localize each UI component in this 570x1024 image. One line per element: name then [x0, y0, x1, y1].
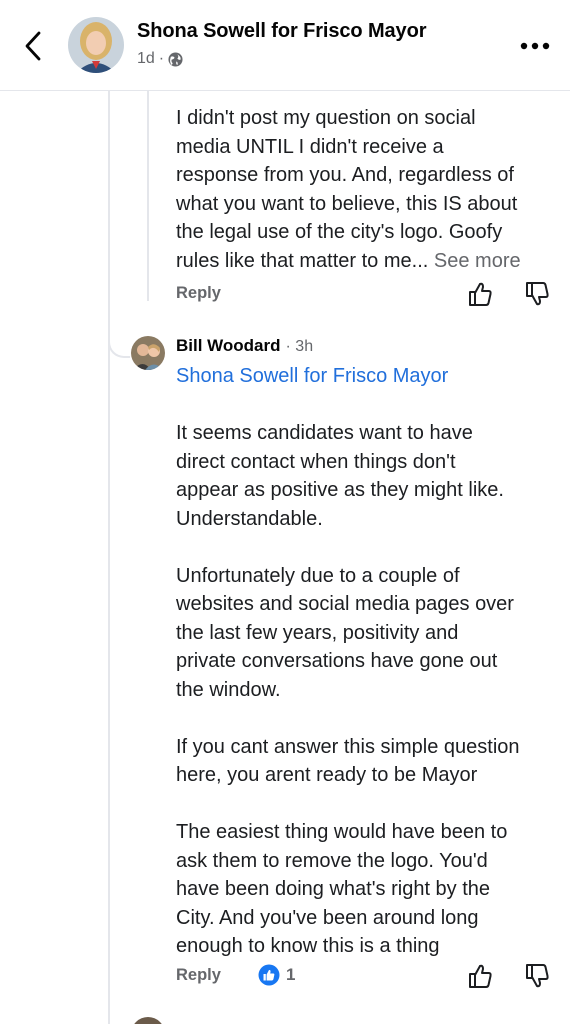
comment-line: here, you arent ready to be Mayor — [176, 764, 478, 786]
like-reaction-icon — [258, 964, 280, 986]
comment-line: The easiest thing would have been to — [176, 821, 508, 843]
thread-line — [108, 91, 110, 1024]
page-avatar[interactable] — [68, 17, 124, 73]
thumbs-up-icon[interactable] — [467, 280, 493, 308]
comment-line: City. And you've been around long — [176, 906, 479, 929]
comment-line: direct contact when things don't — [176, 450, 456, 473]
comment-body: I didn't post my question on social medi… — [176, 104, 558, 275]
comment-line: Understandable. — [176, 507, 323, 530]
comment-last-line: rules like that matter to me... — [176, 249, 429, 272]
comment-time: · 3h — [285, 338, 314, 355]
comment-line: media UNTIL I didn't receive a — [176, 135, 444, 158]
comment-line: the last few years, positivity and — [176, 621, 459, 644]
post-comments-screen: Shona Sowell for Frisco Mayor 1d · I did… — [0, 0, 570, 1024]
meta-separator: · — [158, 50, 165, 67]
see-more-link[interactable]: See more — [434, 250, 521, 272]
reply-button[interactable]: Reply — [176, 284, 221, 303]
post-meta: 1d · — [137, 49, 183, 69]
comment-body: It seems candidates want to have direct … — [176, 419, 558, 961]
chevron-left-icon[interactable] — [20, 28, 46, 64]
thumbs-down-icon[interactable] — [524, 280, 550, 308]
commenter-avatar[interactable] — [131, 336, 165, 370]
comment-line: ask them to remove the logo. You'd — [176, 849, 488, 872]
comment-actions: Reply 1 — [176, 962, 561, 992]
thread-connector — [108, 300, 130, 358]
comment-line: have been doing what's right by the — [176, 878, 491, 900]
comment-line: what you want to believe, this IS about — [176, 192, 518, 215]
comment-line: the legal use of the city's logo. Goofy — [176, 221, 503, 243]
comment-line: If you cant answer this simple question — [176, 735, 520, 758]
comment-line: private conversations have gone out — [176, 650, 498, 672]
comment-line: response from you. And, regardless of — [176, 164, 514, 186]
comment-line: It seems candidates want to have — [176, 422, 473, 444]
reply-button[interactable]: Reply — [176, 966, 221, 985]
post-time: 1d — [137, 50, 155, 67]
globe-icon — [168, 51, 183, 67]
next-commenter-avatar[interactable] — [131, 1017, 165, 1024]
comment-line: websites and social media pages over — [176, 593, 514, 615]
comment-line: the window. — [176, 678, 281, 701]
post-header: Shona Sowell for Frisco Mayor 1d · — [0, 0, 570, 91]
commenter-name[interactable]: Bill Woodard — [176, 336, 281, 356]
comment-line: Unfortunately due to a couple of — [176, 564, 460, 587]
page-name[interactable]: Shona Sowell for Frisco Mayor — [137, 20, 426, 43]
thumbs-up-icon[interactable] — [467, 962, 493, 990]
reply-thread-line — [147, 91, 149, 301]
comment-line: appear as positive as they might like. — [176, 479, 504, 501]
comment-actions: Reply — [176, 280, 561, 310]
comment-line: enough to know this is a thing — [176, 935, 440, 957]
comment-line: rules like that matter to me... See more — [176, 247, 558, 276]
commenter-header: Bill Woodard · 3h — [176, 336, 313, 356]
reaction-summary[interactable]: 1 — [258, 964, 295, 986]
thumbs-down-icon[interactable] — [524, 962, 550, 990]
ellipsis-icon[interactable] — [519, 36, 551, 56]
comment-line: I didn't post my question on social — [176, 107, 476, 129]
reaction-count: 1 — [286, 965, 296, 984]
mention-link[interactable]: Shona Sowell for Frisco Mayor — [176, 362, 448, 390]
